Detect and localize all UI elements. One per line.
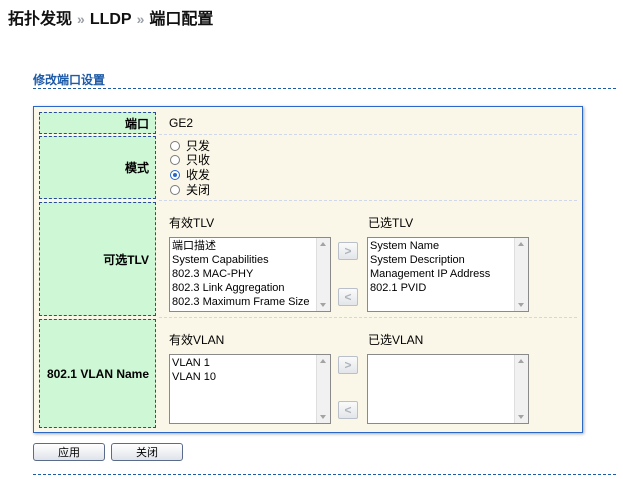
footer-divider [33, 474, 616, 475]
mode-option-send-receive[interactable]: 收发 [170, 167, 210, 182]
chevron-left-icon: < [344, 403, 352, 417]
selected-tlv-caption: 已选TLV [368, 216, 414, 230]
row-divider [159, 200, 577, 201]
list-item[interactable]: VLAN 1 [172, 356, 316, 370]
chevron-right-icon: > [344, 358, 352, 372]
selected-vlan-caption: 已选VLAN [368, 333, 424, 347]
add-tlv-button[interactable]: > [338, 242, 358, 260]
section-divider [33, 88, 616, 89]
list-item[interactable]: 端口描述 [172, 239, 316, 253]
tlv-label: 可选TLV [39, 202, 156, 316]
available-tlv-caption: 有效TLV [169, 216, 215, 230]
breadcrumb-separator-icon: » [77, 11, 85, 27]
remove-tlv-button[interactable]: < [338, 288, 358, 306]
breadcrumb-item-topology[interactable]: 拓扑发现 [8, 11, 72, 28]
mode-label: 模式 [39, 136, 156, 199]
row-divider [159, 317, 577, 318]
scroll-up-icon[interactable] [518, 242, 524, 246]
scrollbar[interactable] [514, 355, 528, 423]
list-item[interactable]: Management IP Address [370, 267, 514, 281]
port-label: 端口 [39, 112, 156, 134]
scroll-down-icon[interactable] [320, 415, 326, 419]
apply-button[interactable]: 应用 [33, 443, 105, 461]
list-item[interactable]: System Name [370, 239, 514, 253]
selected-vlan-list[interactable] [367, 354, 529, 424]
selected-tlv-list[interactable]: System Name System Description Managemen… [367, 237, 529, 312]
remove-vlan-button[interactable]: < [338, 401, 358, 419]
list-item[interactable]: 802.3 Link Aggregation [172, 281, 316, 295]
list-item[interactable]: VLAN 10 [172, 370, 316, 384]
radio-icon[interactable] [170, 154, 180, 165]
breadcrumb-separator-icon: » [136, 11, 145, 27]
row-divider [159, 134, 577, 135]
scroll-up-icon[interactable] [320, 242, 326, 246]
list-item[interactable]: 802.3 Maximum Frame Size [172, 295, 316, 309]
port-settings-panel: 端口 GE2 模式 只发 只收 收发 关闭 可选TLV 有效TLV 已选TLV … [33, 106, 583, 433]
scrollbar[interactable] [514, 238, 528, 311]
scrollbar[interactable] [316, 238, 330, 311]
available-vlan-caption: 有效VLAN [169, 333, 225, 347]
scroll-down-icon[interactable] [320, 303, 326, 307]
scroll-up-icon[interactable] [320, 359, 326, 363]
scroll-up-icon[interactable] [518, 359, 524, 363]
breadcrumb: 拓扑发现» LLDP» 端口配置 [8, 5, 213, 29]
breadcrumb-item-port-config: 端口配置 [149, 11, 214, 28]
available-tlv-list[interactable]: 端口描述 System Capabilities 802.3 MAC-PHY 8… [169, 237, 331, 312]
section-title: 修改端口设置 [33, 73, 106, 87]
vlan-name-label: 802.1 VLAN Name [39, 319, 156, 428]
radio-icon[interactable] [170, 140, 180, 151]
radio-icon[interactable] [170, 184, 180, 195]
chevron-right-icon: > [344, 244, 352, 258]
port-value: GE2 [169, 116, 194, 130]
list-item[interactable]: 802.1 PVID [370, 281, 514, 295]
scroll-down-icon[interactable] [518, 415, 524, 419]
list-item[interactable]: 802.3 MAC-PHY [172, 267, 316, 281]
radio-selected-icon[interactable] [170, 169, 180, 180]
breadcrumb-item-lldp[interactable]: LLDP [90, 11, 132, 28]
scrollbar[interactable] [316, 355, 330, 423]
scroll-down-icon[interactable] [518, 303, 524, 307]
mode-option-receive-only[interactable]: 只收 [170, 152, 210, 167]
close-button[interactable]: 关闭 [111, 443, 183, 461]
list-item[interactable]: System Capabilities [172, 253, 316, 267]
mode-option-disabled[interactable]: 关闭 [170, 182, 210, 197]
list-item[interactable]: System Description [370, 253, 514, 267]
available-vlan-list[interactable]: VLAN 1 VLAN 10 [169, 354, 331, 424]
chevron-left-icon: < [344, 290, 352, 304]
add-vlan-button[interactable]: > [338, 356, 358, 374]
